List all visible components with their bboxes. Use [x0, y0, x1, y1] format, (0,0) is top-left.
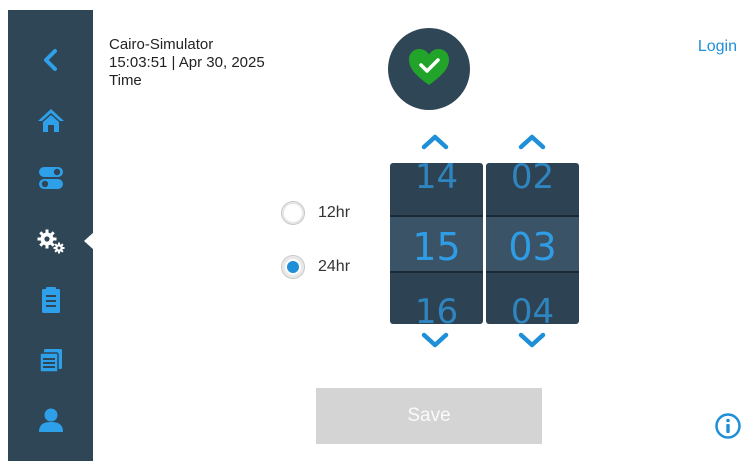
save-button[interactable]: Save — [316, 388, 542, 444]
sidebar-item-settings[interactable] — [8, 213, 94, 269]
radio-24hr-label: 24hr — [318, 258, 351, 275]
hour-picker[interactable]: 14 15 16 — [390, 163, 483, 324]
hour-down-button[interactable] — [418, 332, 452, 354]
info-icon — [714, 413, 742, 444]
sidebar-item-logs[interactable] — [8, 272, 93, 328]
sidebar-item-files[interactable] — [8, 332, 93, 388]
divider — [390, 215, 483, 217]
settings-gears-icon — [36, 228, 66, 254]
sidebar — [8, 10, 94, 461]
radio-24hr-circle[interactable] — [281, 255, 305, 279]
back-icon — [41, 48, 61, 72]
hour-prev-value: 14 — [414, 163, 459, 197]
current-datetime: 15:03:51 | Apr 30, 2025 — [109, 54, 265, 71]
chevron-down-icon — [517, 332, 547, 355]
header-info: Cairo-Simulator 15:03:51 | Apr 30, 2025 … — [109, 36, 265, 90]
page-title: Time — [109, 72, 142, 89]
hour-up-button[interactable] — [418, 132, 452, 154]
radio-12hr[interactable]: 12hr — [281, 201, 350, 225]
minute-next-value: 04 — [510, 292, 555, 324]
radio-12hr-circle[interactable] — [281, 201, 305, 225]
minute-prev-value: 02 — [510, 163, 555, 197]
minute-up-button[interactable] — [515, 132, 549, 154]
sidebar-item-home[interactable] — [8, 92, 93, 148]
radio-24hr[interactable]: 24hr — [281, 255, 350, 279]
minute-picker[interactable]: 02 03 04 — [486, 163, 579, 324]
minute-current-value: 03 — [508, 225, 557, 269]
clipboard-icon — [40, 286, 62, 314]
divider — [486, 271, 579, 273]
heart-check-icon — [407, 47, 451, 92]
back-button[interactable] — [8, 32, 93, 88]
minute-down-button[interactable] — [515, 332, 549, 354]
files-icon — [38, 347, 64, 373]
divider — [390, 271, 483, 273]
active-indicator — [84, 232, 94, 250]
sidebar-item-controls[interactable] — [8, 150, 93, 206]
chevron-up-icon — [517, 132, 547, 155]
radio-12hr-label: 12hr — [318, 204, 351, 221]
hour-current-value: 15 — [412, 225, 461, 269]
app-frame: Cairo-Simulator 15:03:51 | Apr 30, 2025 … — [8, 10, 755, 461]
app-name: Cairo-Simulator — [109, 36, 214, 53]
login-link[interactable]: Login — [698, 38, 737, 56]
user-icon — [38, 407, 64, 433]
home-icon — [37, 107, 65, 133]
divider — [486, 215, 579, 217]
toggles-icon — [38, 165, 64, 191]
hour-next-value: 16 — [414, 292, 459, 324]
sidebar-item-user[interactable] — [8, 392, 93, 448]
status-badge — [388, 28, 470, 110]
chevron-up-icon — [420, 132, 450, 155]
chevron-down-icon — [420, 332, 450, 355]
info-button[interactable] — [714, 412, 742, 440]
